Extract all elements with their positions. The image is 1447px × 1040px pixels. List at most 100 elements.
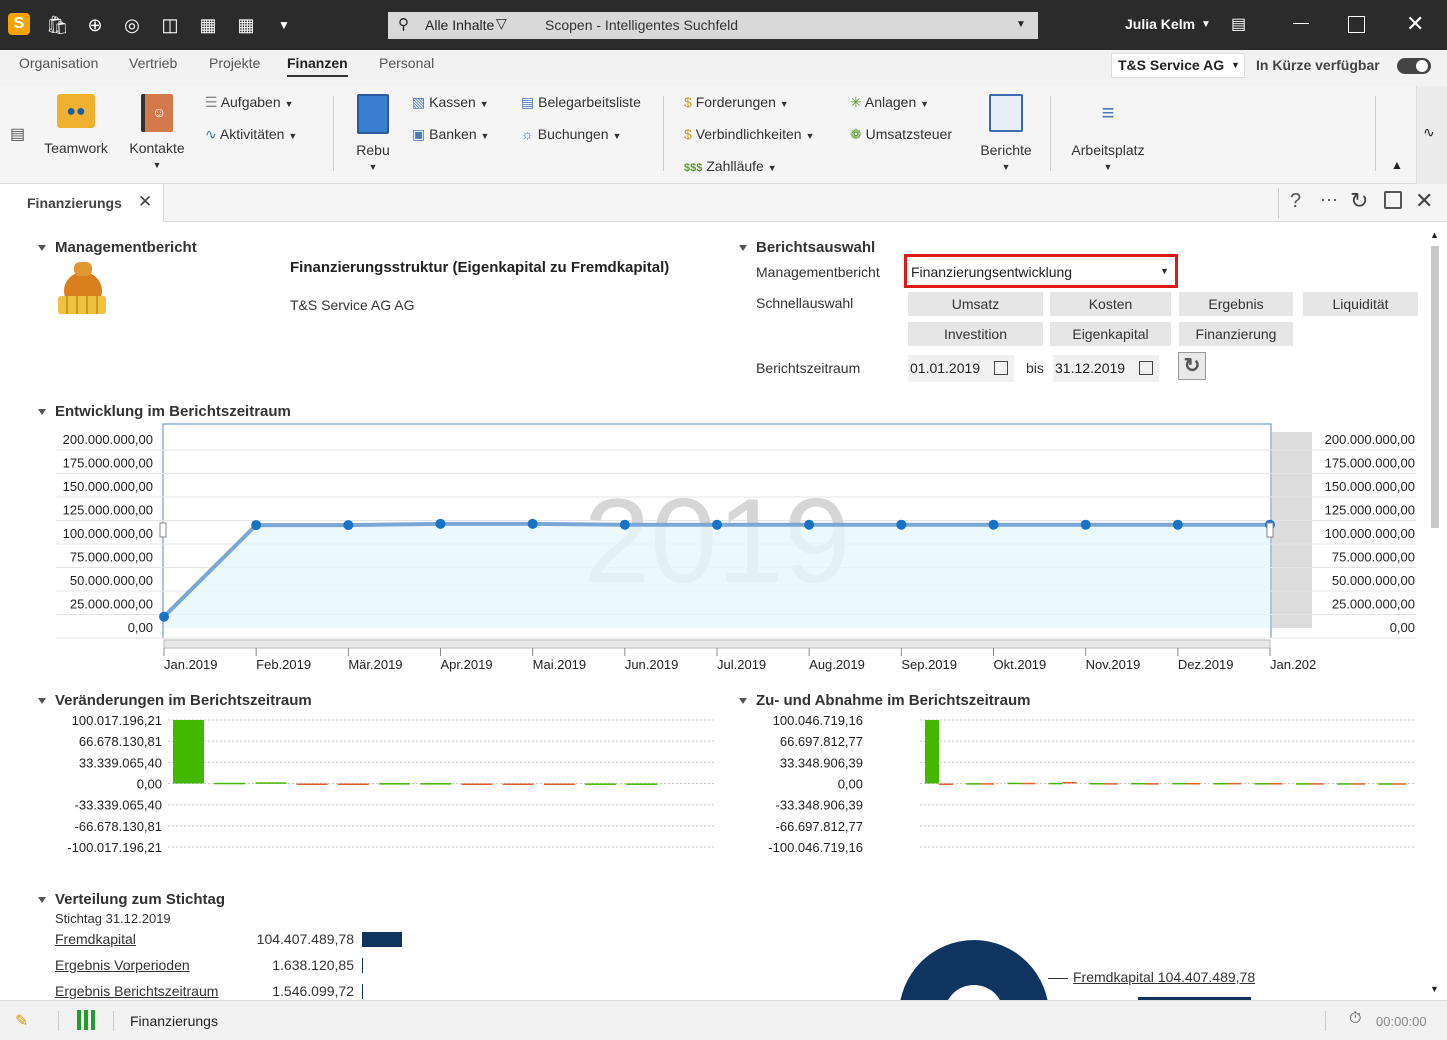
close-tab-icon[interactable]: ✕ [138, 192, 152, 212]
user-dropdown-icon[interactable]: ▼ [1201, 19, 1211, 30]
dist-row-label-ergebnis-vorperioden[interactable]: Ergebnis Vorperioden [55, 957, 190, 973]
aktivitaeten-button[interactable]: ∿ Aktivitäten ▼ [205, 126, 297, 143]
dist-row-label-ergebnis-berichtszeitraum[interactable]: Ergebnis Berichtszeitraum [55, 983, 218, 999]
search-dropdown-icon[interactable]: ▼ [1016, 19, 1026, 30]
selection-heading[interactable]: Berichtsauswahl [739, 239, 875, 256]
tab-personal[interactable]: Personal [379, 55, 434, 71]
bar [939, 783, 953, 785]
banken-button[interactable]: ▣ Banken ▼ [412, 126, 489, 143]
scroll-down-icon[interactable]: ▼ [1430, 984, 1439, 994]
date-to-value: 31.12.2019 [1055, 360, 1126, 376]
teamwork-button[interactable]: ●● Teamwork [38, 94, 114, 156]
dist-bar-ergebnis-vorperioden [362, 958, 363, 973]
distribution-heading[interactable]: Verteilung zum Stichtag [38, 891, 225, 908]
help-icon[interactable]: ? [1290, 190, 1301, 213]
bag-icon[interactable]: 🛍 [46, 14, 69, 36]
card-icon[interactable]: ▤ [1231, 14, 1246, 34]
calendar-add-icon[interactable]: ▦ [197, 14, 219, 36]
lifebuoy-icon[interactable]: ◎ [121, 14, 143, 36]
vertical-scrollbar[interactable]: ▲ ▼ [1428, 226, 1442, 1000]
y-tick-label: -33.348.906,39 [776, 798, 863, 813]
bar [1131, 782, 1145, 785]
aufgaben-label: Aufgaben [220, 94, 281, 110]
calendar-icon[interactable]: ▦ [235, 14, 257, 36]
company-select[interactable]: T&S Service AG ▼ [1111, 53, 1245, 78]
dist-row-label-fremdkapital[interactable]: Fremdkapital [55, 931, 136, 947]
camera-icon[interactable]: ◫ [159, 14, 181, 36]
collapse-ribbon-icon[interactable]: ▲ [1391, 158, 1403, 172]
scroll-up-icon[interactable]: ▲ [1430, 230, 1439, 240]
date-from-field[interactable]: 01.01.2019 [908, 355, 1014, 382]
user-name[interactable]: Julia Kelm [1125, 16, 1195, 32]
x-tick-label: F [225, 877, 233, 880]
side-panel-strip[interactable]: ∿ [1416, 86, 1447, 184]
tab-finanzen[interactable]: Finanzen [287, 55, 348, 77]
quick-finanzierung-button[interactable]: Finanzierung [1179, 322, 1293, 346]
scroll-thumb[interactable] [1431, 246, 1439, 528]
x-tick-label: Mai.2019 [533, 657, 586, 672]
tab-projekte[interactable]: Projekte [209, 55, 260, 71]
quick-liquiditaet-button[interactable]: Liquidität [1303, 292, 1418, 316]
y-tick-label: 33.348.906,39 [780, 755, 863, 770]
date-to-field[interactable]: 31.12.2019 [1053, 355, 1159, 382]
umsatzsteuer-button[interactable]: ❁ Umsatzsteuer [850, 126, 952, 143]
report-select[interactable]: Finanzierungsentwicklung ▼ [904, 254, 1178, 288]
berichte-button[interactable]: Berichte ▼ [976, 94, 1036, 172]
arbeitsplatz-button[interactable]: ≡ Arbeitsplatz ▼ [1066, 94, 1150, 172]
calendar-from-icon[interactable] [994, 361, 1008, 375]
quick-eigenkapital-button[interactable]: Eigenkapital [1050, 322, 1171, 346]
buchungen-button[interactable]: ☼ Buchungen ▼ [521, 126, 621, 142]
x-tick-label: Dez.2019 [1178, 657, 1234, 672]
inout-heading[interactable]: Zu- und Abnahme im Berichtszeitraum [739, 692, 1030, 709]
quick-ergebnis-button[interactable]: Ergebnis [1179, 292, 1293, 316]
filter-icon[interactable]: ▽ [496, 15, 507, 32]
ribbon-side-icon[interactable]: ▤ [10, 124, 25, 144]
quick-umsatz-button[interactable]: Umsatz [908, 292, 1043, 316]
x-tick-label: J [937, 877, 944, 880]
app-logo-icon[interactable]: S [8, 13, 30, 35]
quick-investition-button[interactable]: Investition [908, 322, 1043, 346]
kontakte-button[interactable]: ☺ Kontakte ▼ [122, 94, 192, 170]
tab-organisation[interactable]: Organisation [19, 55, 98, 71]
dropdown-arrow-icon[interactable]: ▼ [273, 14, 295, 36]
rebu-button[interactable]: Rebu ▼ [348, 94, 398, 172]
quick-kosten-button[interactable]: Kosten [1050, 292, 1171, 316]
pie-label-fremdkapital[interactable]: Fremdkapital 104.407.489,78 [1073, 969, 1255, 985]
soon-toggle[interactable] [1397, 58, 1431, 74]
x-tick-label: N [1347, 877, 1356, 880]
pencil-list-icon[interactable]: ✎ [15, 1011, 28, 1031]
more-icon[interactable]: ⋯ [1320, 190, 1338, 211]
forderungen-button[interactable]: $ Forderungen ▼ [684, 94, 789, 110]
pie-leader-line [1048, 978, 1068, 979]
data-point [527, 518, 538, 529]
minimize-icon[interactable] [1293, 23, 1309, 24]
bar-chart-icon[interactable] [77, 1010, 95, 1030]
refresh-icon[interactable]: ↻ [1350, 188, 1368, 214]
kontakte-label: Kontakte [129, 140, 185, 156]
search-scope[interactable]: Alle Inhalte [425, 17, 494, 33]
belegarbeitsliste-button[interactable]: ▤ Belegarbeitsliste [521, 94, 641, 111]
stopwatch-icon[interactable]: ⏱ [1349, 1010, 1361, 1028]
management-heading[interactable]: Managementbericht [38, 239, 197, 256]
apply-refresh-button[interactable]: ↻ [1178, 352, 1206, 380]
changes-heading[interactable]: Veränderungen im Berichtszeitraum [38, 692, 312, 709]
status-tab-label[interactable]: Finanzierungs [130, 1013, 218, 1029]
aufgaben-button[interactable]: ☰ Aufgaben ▼ [205, 94, 293, 111]
anlagen-button[interactable]: ✳ Anlagen ▼ [850, 94, 929, 111]
close-document-icon[interactable]: ✕ [1415, 188, 1433, 214]
zahllaeufe-button[interactable]: $$$ Zahlläufe ▼ [684, 158, 777, 174]
calendar-to-icon[interactable] [1139, 361, 1153, 375]
search-field[interactable]: ⚲ Alle Inhalte ▽ Scopen - Intelligentes … [388, 12, 1038, 39]
development-heading[interactable]: Entwicklung im Berichtszeitraum [38, 403, 291, 420]
add-circle-icon[interactable]: ⊕ [84, 14, 106, 36]
y-tick-label-left: 50.000.000,00 [70, 573, 153, 588]
verbindlichkeiten-button[interactable]: $ Verbindlichkeiten ▼ [684, 126, 814, 142]
maximize-icon[interactable] [1348, 16, 1365, 33]
doc-tab-finanzierungs[interactable]: Finanzierungs ✕ [0, 184, 164, 222]
x-tick-label: O [1306, 877, 1316, 880]
tab-vertrieb[interactable]: Vertrieb [129, 55, 177, 71]
kassen-button[interactable]: ▧ Kassen ▼ [412, 94, 489, 111]
inout-heading-label: Zu- und Abnahme im Berichtszeitraum [756, 692, 1031, 709]
close-window-icon[interactable]: ✕ [1406, 11, 1424, 37]
save-icon[interactable] [1384, 191, 1402, 209]
